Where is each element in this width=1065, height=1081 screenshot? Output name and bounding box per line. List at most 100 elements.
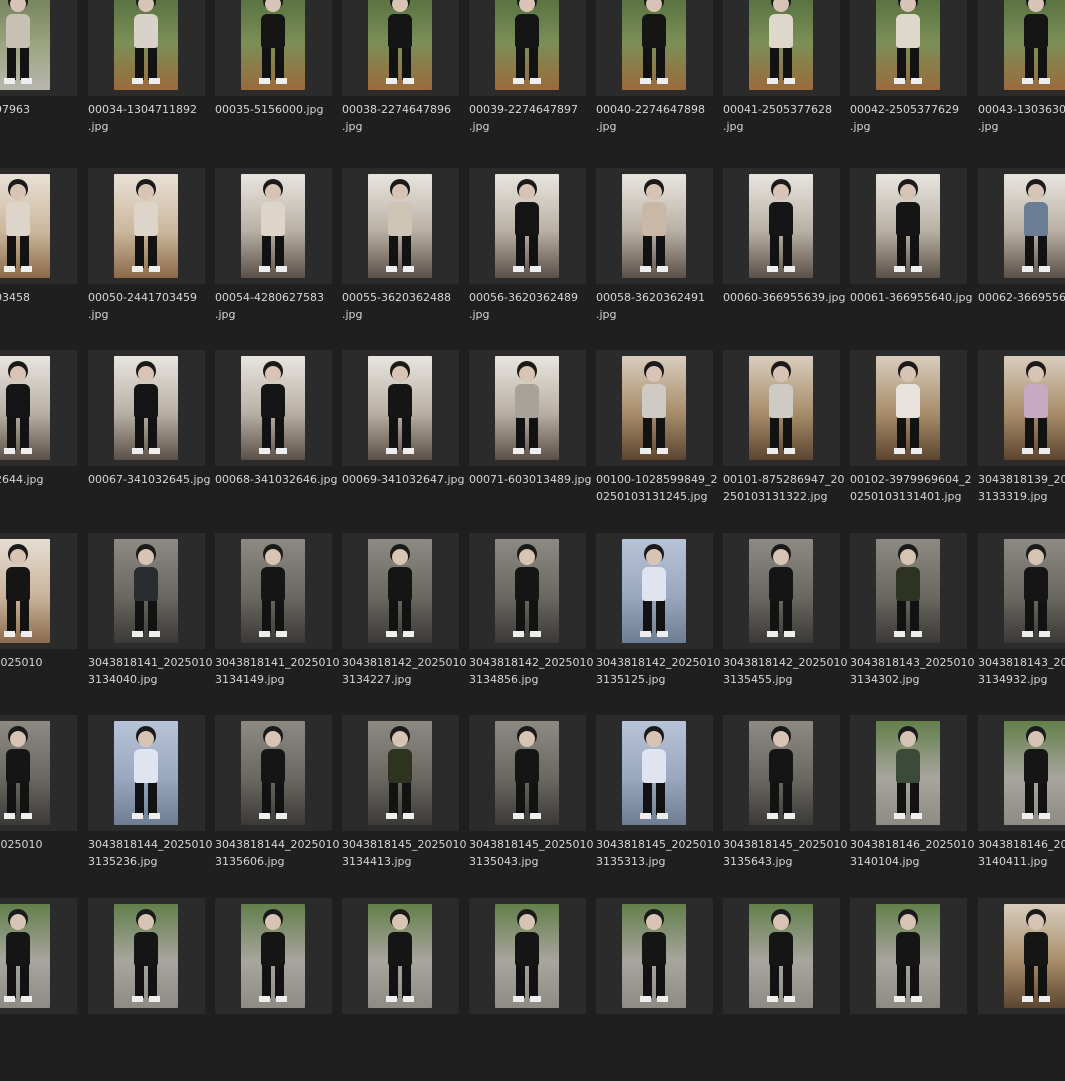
thumbnail-frame[interactable]	[469, 715, 586, 831]
image-thumbnail[interactable]	[876, 174, 940, 278]
thumbnail-frame[interactable]	[978, 350, 1065, 466]
image-thumbnail[interactable]	[1004, 539, 1065, 643]
file-item[interactable]: 00050-2441703459 .jpg	[88, 168, 205, 328]
image-thumbnail[interactable]	[241, 356, 305, 460]
file-item[interactable]: 00067-341032645.jpg	[88, 350, 210, 510]
image-thumbnail[interactable]	[1004, 174, 1065, 278]
thumbnail-frame[interactable]	[723, 168, 840, 284]
thumbnail-frame[interactable]	[215, 168, 332, 284]
file-item[interactable]: 8140_2025010 6.jpg	[0, 533, 77, 693]
thumbnail-frame[interactable]	[978, 715, 1065, 831]
file-item[interactable]	[469, 898, 586, 1058]
thumbnail-frame[interactable]	[342, 533, 459, 649]
file-item[interactable]: 00060-366955639.jpg	[723, 168, 845, 328]
thumbnail-frame[interactable]	[0, 715, 77, 831]
image-thumbnail[interactable]	[368, 539, 432, 643]
image-thumbnail[interactable]	[114, 174, 178, 278]
thumbnail-frame[interactable]	[342, 168, 459, 284]
file-item[interactable]: 00058-3620362491 .jpg	[596, 168, 713, 328]
file-item[interactable]	[342, 898, 459, 1058]
file-item[interactable]: 00068-341032646.jpg	[215, 350, 337, 510]
thumbnail-frame[interactable]	[215, 0, 332, 96]
thumbnail-frame[interactable]	[978, 898, 1065, 1014]
image-thumbnail[interactable]	[114, 356, 178, 460]
file-item[interactable]	[0, 898, 77, 1058]
file-item[interactable]: 00055-3620362488 .jpg	[342, 168, 459, 328]
file-item[interactable]: 3043818139_202 3133319.jpg	[978, 350, 1065, 510]
thumbnail-frame[interactable]	[342, 350, 459, 466]
file-item[interactable]	[88, 898, 205, 1058]
file-item[interactable]: 3043818142_2025010 3134856.jpg	[469, 533, 593, 693]
thumbnail-frame[interactable]	[88, 168, 205, 284]
thumbnail-frame[interactable]	[469, 350, 586, 466]
thumbnail-frame[interactable]	[723, 350, 840, 466]
thumbnail-frame[interactable]	[723, 898, 840, 1014]
thumbnail-frame[interactable]	[88, 533, 205, 649]
file-item[interactable]: 3043818141_2025010 3134149.jpg	[215, 533, 339, 693]
image-thumbnail[interactable]	[0, 174, 50, 278]
thumbnail-frame[interactable]	[0, 0, 77, 96]
image-thumbnail[interactable]	[622, 0, 686, 90]
image-thumbnail[interactable]	[368, 721, 432, 825]
file-item[interactable]: 3265697963	[0, 0, 77, 140]
image-thumbnail[interactable]	[495, 0, 559, 90]
file-item[interactable]: 00054-4280627583 .jpg	[215, 168, 332, 328]
image-thumbnail[interactable]	[0, 904, 50, 1008]
image-thumbnail[interactable]	[1004, 904, 1065, 1008]
file-item[interactable]: 00102-3979969604_2 0250103131401.jpg	[850, 350, 971, 510]
file-item[interactable]: 00043-13036306 .jpg	[978, 0, 1065, 140]
file-item[interactable]: 3043818146_2025010 3140104.jpg	[850, 715, 974, 875]
thumbnail-frame[interactable]	[850, 0, 967, 96]
thumbnail-frame[interactable]	[723, 715, 840, 831]
file-item[interactable]: 3043818145_2025010 3135643.jpg	[723, 715, 847, 875]
image-thumbnail[interactable]	[749, 721, 813, 825]
thumbnail-frame[interactable]	[215, 898, 332, 1014]
thumbnail-frame[interactable]	[850, 715, 967, 831]
thumbnail-frame[interactable]	[0, 533, 77, 649]
image-thumbnail[interactable]	[114, 721, 178, 825]
image-thumbnail[interactable]	[495, 539, 559, 643]
image-thumbnail[interactable]	[622, 904, 686, 1008]
image-thumbnail[interactable]	[1004, 721, 1065, 825]
thumbnail-frame[interactable]	[850, 168, 967, 284]
thumbnail-frame[interactable]	[88, 350, 205, 466]
image-thumbnail[interactable]	[241, 539, 305, 643]
image-thumbnail[interactable]	[241, 904, 305, 1008]
image-thumbnail[interactable]	[368, 0, 432, 90]
thumbnail-frame[interactable]	[469, 898, 586, 1014]
image-thumbnail[interactable]	[241, 0, 305, 90]
image-thumbnail[interactable]	[495, 721, 559, 825]
thumbnail-frame[interactable]	[978, 168, 1065, 284]
thumbnail-frame[interactable]	[596, 0, 713, 96]
image-thumbnail[interactable]	[749, 539, 813, 643]
file-item[interactable]	[215, 898, 332, 1058]
file-item[interactable]: 341032644.jpg	[0, 350, 77, 510]
thumbnail-frame[interactable]	[596, 350, 713, 466]
file-item[interactable]: 00062-36695564	[978, 168, 1065, 328]
thumbnail-frame[interactable]	[215, 350, 332, 466]
file-item[interactable]: 3043818145_2025010 3135313.jpg	[596, 715, 720, 875]
file-item[interactable]: 3043818144_2025010 3135236.jpg	[88, 715, 212, 875]
file-item[interactable]: 00071-603013489.jpg	[469, 350, 591, 510]
image-thumbnail[interactable]	[114, 0, 178, 90]
thumbnail-frame[interactable]	[469, 0, 586, 96]
image-thumbnail[interactable]	[114, 539, 178, 643]
file-item[interactable]: 00035-5156000.jpg	[215, 0, 332, 140]
thumbnail-frame[interactable]	[342, 0, 459, 96]
thumbnail-frame[interactable]	[850, 350, 967, 466]
thumbnail-frame[interactable]	[469, 533, 586, 649]
file-item[interactable]: 2441703458	[0, 168, 77, 328]
image-thumbnail[interactable]	[622, 174, 686, 278]
image-thumbnail[interactable]	[622, 356, 686, 460]
thumbnail-frame[interactable]	[469, 168, 586, 284]
image-thumbnail[interactable]	[1004, 0, 1065, 90]
thumbnail-frame[interactable]	[215, 533, 332, 649]
image-thumbnail[interactable]	[368, 174, 432, 278]
file-item[interactable]: 3043818145_2025010 3135043.jpg	[469, 715, 593, 875]
file-item[interactable]: 00040-2274647898 .jpg	[596, 0, 713, 140]
thumbnail-frame[interactable]	[596, 533, 713, 649]
file-item[interactable]: 3043818141_2025010 3134040.jpg	[88, 533, 212, 693]
image-thumbnail[interactable]	[876, 539, 940, 643]
file-item[interactable]: 00039-2274647897 .jpg	[469, 0, 586, 140]
file-item[interactable]: 3043818142_2025010 3135125.jpg	[596, 533, 720, 693]
